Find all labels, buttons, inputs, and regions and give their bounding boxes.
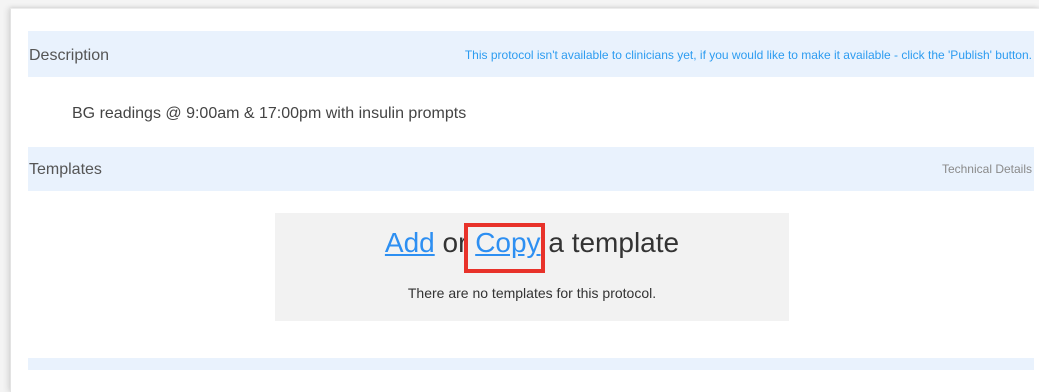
templates-empty-state: Add or Copy a template There are no temp… <box>275 213 789 321</box>
templates-section-title: Templates <box>29 161 102 178</box>
templates-section-header: Templates Technical Details <box>28 147 1034 191</box>
next-section-header <box>28 358 1034 370</box>
protocol-card: Description This protocol isn't availabl… <box>10 8 1039 392</box>
description-section-title: Description <box>29 47 110 64</box>
copy-template-link[interactable]: Copy <box>475 227 540 258</box>
description-section-header: Description This protocol isn't availabl… <box>28 31 1034 77</box>
template-suffix-text: a template <box>548 227 680 258</box>
add-template-link[interactable]: Add <box>385 227 435 258</box>
empty-state-heading: Add or Copy a template <box>275 227 789 259</box>
or-text: or <box>442 227 468 258</box>
protocol-description: BG readings @ 9:00am & 17:00pm with insu… <box>72 105 467 122</box>
technical-details-link[interactable]: Technical Details <box>942 162 1032 176</box>
empty-state-message: There are no templates for this protocol… <box>407 285 657 301</box>
publish-notice: This protocol isn't available to clinici… <box>464 48 1032 62</box>
